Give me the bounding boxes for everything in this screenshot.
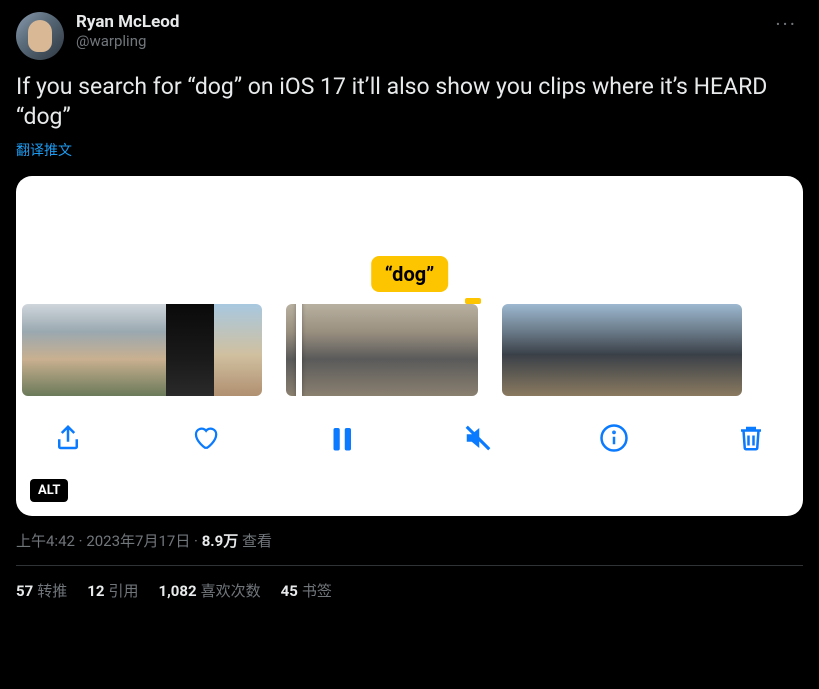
clip-thumbnail: [118, 304, 166, 396]
share-icon[interactable]: [50, 420, 86, 456]
quotes-stat[interactable]: 12引用: [87, 580, 138, 601]
views-count: 8.9万: [202, 532, 239, 550]
clip-thumbnail: [334, 304, 382, 396]
clip-thumbnail: [22, 304, 70, 396]
search-term-badge: “dog”: [371, 256, 449, 292]
translate-link[interactable]: 翻译推文: [16, 140, 72, 160]
clip-group[interactable]: [502, 304, 742, 396]
tweet-time[interactable]: 上午4:42: [16, 532, 75, 550]
clip-thumbnail: [286, 304, 334, 396]
mute-icon[interactable]: [460, 420, 496, 456]
clip-thumbnail: [382, 304, 430, 396]
clip-group[interactable]: [286, 304, 478, 396]
clip-group[interactable]: [22, 304, 262, 396]
tweet-meta: 上午4:42 · 2023年7月17日 · 8.9万 查看: [16, 530, 803, 566]
more-icon[interactable]: ···: [769, 12, 803, 36]
clip-thumbnail: [502, 304, 550, 396]
tweet-stats: 57转推 12引用 1,082喜欢次数 45书签: [16, 566, 803, 615]
retweets-stat[interactable]: 57转推: [16, 580, 67, 601]
media-preview-area: “dog”: [16, 176, 803, 304]
user-handle: @warpling: [76, 32, 757, 50]
avatar[interactable]: [16, 12, 64, 60]
playhead[interactable]: [296, 304, 302, 396]
media-toolbar: [16, 396, 803, 456]
video-timeline[interactable]: [16, 304, 803, 396]
clip-thumbnail: [550, 304, 598, 396]
clip-thumbnail: [646, 304, 694, 396]
display-name: Ryan McLeod: [76, 12, 757, 32]
tweet-text: If you search for “dog” on iOS 17 it’ll …: [16, 72, 803, 132]
clip-thumbnail: [694, 304, 742, 396]
media-card[interactable]: “dog”: [16, 176, 803, 516]
trash-icon[interactable]: [733, 420, 769, 456]
views-label: 查看: [242, 532, 272, 550]
clip-thumbnail: [430, 304, 478, 396]
tweet-header: Ryan McLeod @warpling ···: [16, 12, 803, 60]
tweet-date[interactable]: 2023年7月17日: [86, 532, 190, 550]
clip-thumbnail: [214, 304, 262, 396]
alt-badge[interactable]: ALT: [30, 479, 68, 502]
heart-icon[interactable]: [187, 420, 223, 456]
info-icon[interactable]: [596, 420, 632, 456]
tweet-container: Ryan McLeod @warpling ··· If you search …: [0, 0, 819, 627]
clip-thumbnail: [70, 304, 118, 396]
bookmarks-stat[interactable]: 45书签: [281, 580, 332, 601]
user-block[interactable]: Ryan McLeod @warpling: [76, 12, 757, 50]
clip-thumbnail: [166, 304, 214, 396]
clip-thumbnail: [598, 304, 646, 396]
pause-icon[interactable]: [323, 420, 359, 456]
likes-stat[interactable]: 1,082喜欢次数: [158, 580, 260, 601]
